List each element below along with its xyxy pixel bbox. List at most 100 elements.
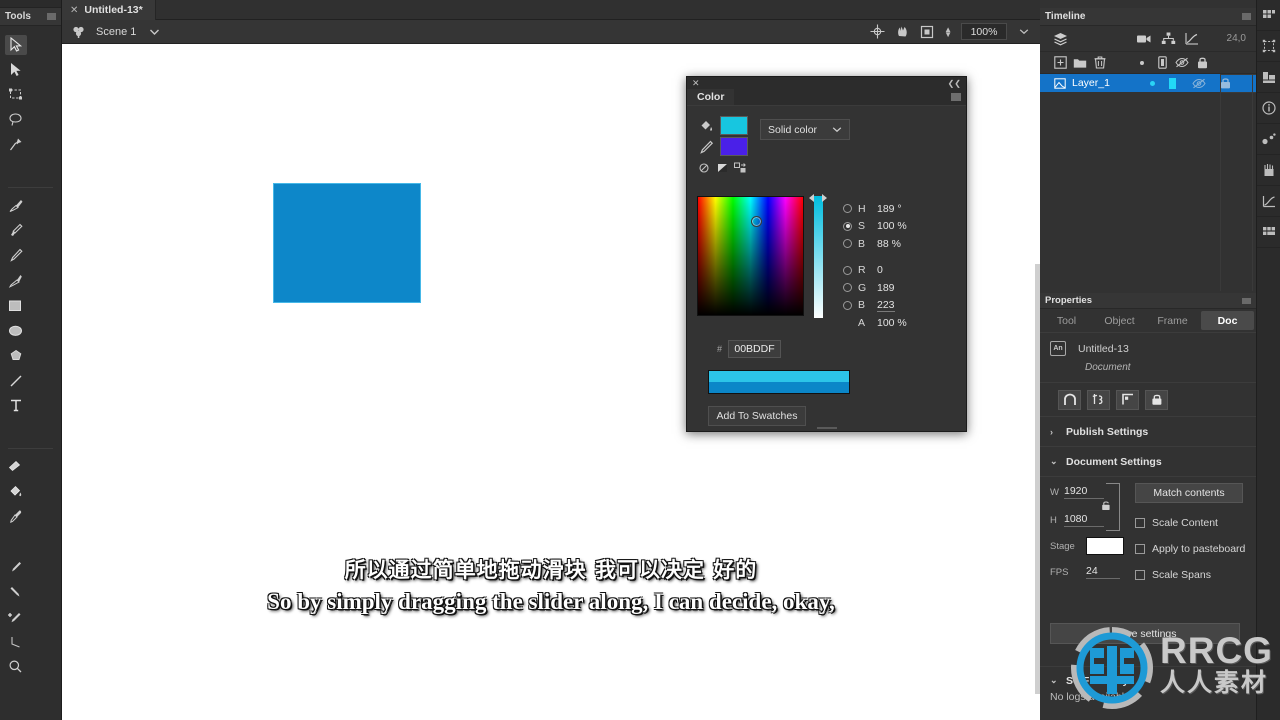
text-tool[interactable] <box>0 393 31 418</box>
rgb-row-g[interactable]: G 189 <box>843 279 907 297</box>
hex-input[interactable]: 00BDDF <box>728 339 782 358</box>
components-icon[interactable] <box>1257 155 1280 186</box>
radio-rgb-b[interactable] <box>843 300 852 310</box>
fill-color-swatch[interactable] <box>720 116 748 135</box>
hsb-row-b[interactable]: B 88 % <box>843 235 907 253</box>
pencil-tool[interactable] <box>0 243 31 268</box>
fps-input[interactable]: 24 <box>1086 565 1120 579</box>
new-folder-icon[interactable] <box>1070 54 1090 72</box>
brightness-slider-marker-right[interactable] <box>822 194 827 202</box>
scale-spans-row[interactable]: Scale Spans <box>1135 569 1247 581</box>
value-a[interactable]: 100 % <box>877 317 907 329</box>
subselection-tool[interactable] <box>0 57 31 82</box>
corner-tool[interactable] <box>0 629 31 654</box>
collapse-double-chevron-icon[interactable]: ❮❮ <box>948 79 961 88</box>
tab-frame[interactable]: Frame <box>1146 309 1199 332</box>
lock-icon[interactable] <box>1192 54 1212 72</box>
pencil-icon[interactable] <box>697 139 715 155</box>
zoom-chevron-down-icon[interactable] <box>1016 24 1032 40</box>
value-b[interactable]: 88 % <box>877 238 901 250</box>
panel-menu-icon[interactable] <box>1242 13 1251 20</box>
rgb-row-b[interactable]: B 223 <box>843 297 907 315</box>
scene-name-label[interactable]: Scene 1 <box>96 26 136 38</box>
parenting-view-icon[interactable] <box>1156 29 1180 49</box>
free-transform-tool[interactable] <box>0 82 31 107</box>
clip-content-icon[interactable] <box>919 24 935 40</box>
radio-r[interactable] <box>843 265 852 275</box>
scale-content-row[interactable]: Scale Content <box>1135 517 1247 529</box>
fill-type-select[interactable]: Solid color <box>760 119 850 140</box>
paint-bucket-tool[interactable] <box>0 479 31 504</box>
rotate-hand-icon[interactable] <box>894 24 910 40</box>
zoom-value-field[interactable]: 100% <box>961 23 1007 40</box>
motion-presets-icon[interactable] <box>1257 124 1280 155</box>
swf-history-section[interactable]: ⌄ SWF History <box>1040 666 1256 694</box>
add-to-swatches-button[interactable]: Add To Swatches <box>708 405 806 426</box>
brightness-slider[interactable] <box>809 194 827 318</box>
selection-tool[interactable] <box>0 32 31 57</box>
alpha-row[interactable]: A 100 % <box>843 314 907 332</box>
tab-doc[interactable]: Doc <box>1201 311 1254 330</box>
delete-layer-icon[interactable] <box>1090 54 1110 72</box>
new-layer-icon[interactable] <box>1050 54 1070 72</box>
tab-object[interactable]: Object <box>1093 309 1146 332</box>
easing-panel-icon[interactable] <box>1257 186 1280 217</box>
timeline-frames-grid[interactable] <box>1040 74 1256 291</box>
add-anchor-tool[interactable] <box>0 604 31 629</box>
snap-to-guides-icon[interactable] <box>1087 389 1110 410</box>
snap-align-icon[interactable] <box>1116 389 1139 410</box>
eraser-tool[interactable] <box>0 454 31 479</box>
close-x-icon[interactable]: ✕ <box>70 5 78 16</box>
color-picker-cursor[interactable] <box>751 216 762 227</box>
zoom-stepper[interactable]: ▲ ▼ <box>944 25 952 38</box>
value-h[interactable]: 189 ° <box>877 203 902 215</box>
asset-warp-tool[interactable] <box>0 579 31 604</box>
stage-color-swatch[interactable] <box>1086 537 1124 555</box>
tab-color[interactable]: Color <box>687 89 735 105</box>
apply-pasteboard-row[interactable]: Apply to pasteboard <box>1135 543 1247 555</box>
radio-h[interactable] <box>843 204 852 214</box>
width-tool[interactable] <box>0 554 31 579</box>
swap-fill-stroke-icon[interactable] <box>734 161 747 174</box>
panel-menu-icon[interactable] <box>951 93 961 101</box>
publish-settings-section[interactable]: › Publish Settings <box>1040 417 1256 447</box>
apply-to-pasteboard-checkbox[interactable] <box>1135 544 1145 554</box>
align-panel-icon[interactable] <box>1257 0 1280 31</box>
polystar-tool[interactable] <box>0 343 31 368</box>
transform-panel-icon[interactable] <box>1257 31 1280 62</box>
line-tool[interactable] <box>0 368 31 393</box>
lock-guides-icon[interactable] <box>1145 389 1168 410</box>
center-stage-icon[interactable] <box>869 24 885 40</box>
info-panel-icon[interactable] <box>1257 93 1280 124</box>
panel-menu-icon[interactable] <box>1242 297 1251 304</box>
stroke-color-swatch[interactable] <box>720 137 748 156</box>
oval-tool[interactable] <box>0 318 31 343</box>
rectangle-tool[interactable] <box>0 293 31 318</box>
blue-rectangle[interactable] <box>273 183 421 303</box>
radio-s[interactable] <box>843 221 852 231</box>
more-settings-button[interactable]: More settings <box>1050 623 1240 644</box>
eyedropper-tool[interactable] <box>0 504 31 529</box>
value-s[interactable]: 100 % <box>877 220 907 232</box>
link-lock-icon[interactable] <box>1100 499 1112 511</box>
layers-stack-icon[interactable] <box>1048 29 1072 49</box>
snap-to-objects-icon[interactable] <box>1058 389 1081 410</box>
eye-hidden-icon[interactable] <box>1172 54 1192 72</box>
document-settings-section[interactable]: ⌄ Document Settings <box>1040 447 1256 477</box>
tab-tool[interactable]: Tool <box>1040 309 1093 332</box>
brightness-slider-marker-left[interactable] <box>809 194 814 202</box>
chevron-down-icon[interactable] <box>146 24 162 40</box>
rgb-row-r[interactable]: R 0 <box>843 262 907 280</box>
hsb-row-s[interactable]: S 100 % <box>843 218 907 236</box>
paint-bucket-icon[interactable] <box>697 118 715 134</box>
value-rgb-b[interactable]: 223 <box>877 299 895 312</box>
hue-brightness-gradient[interactable] <box>697 196 804 316</box>
value-g[interactable]: 189 <box>877 282 895 294</box>
brush-tool[interactable] <box>0 218 31 243</box>
panel-resize-handle[interactable] <box>816 427 837 429</box>
width-input[interactable]: 1920 <box>1064 485 1104 499</box>
black-white-icon[interactable] <box>716 161 729 174</box>
outline-dot-icon[interactable] <box>1132 54 1152 72</box>
document-tab[interactable]: ✕ Untitled-13* <box>62 0 156 20</box>
library-panel-icon[interactable] <box>1257 62 1280 93</box>
